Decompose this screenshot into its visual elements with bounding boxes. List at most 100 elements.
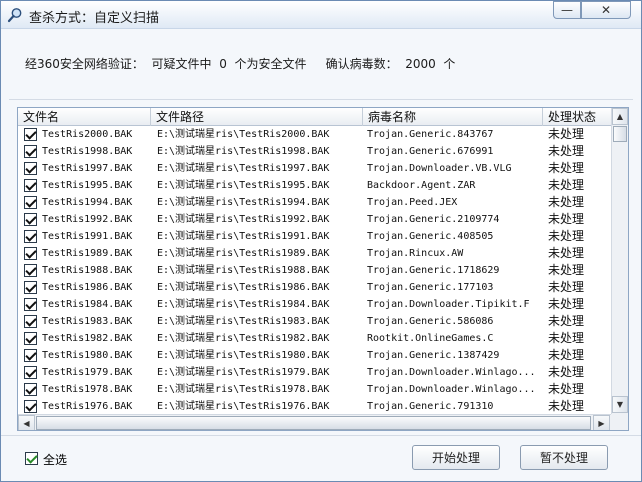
cell-path: E:\测试瑞星ris\TestRis1994.BAK [157, 197, 330, 208]
footer-divider [1, 435, 641, 436]
cell-path: E:\测试瑞星ris\TestRis1978.BAK [157, 384, 330, 395]
row-checkbox[interactable] [24, 400, 37, 413]
safe-count: 0 [219, 57, 227, 71]
cell-virus-name: Trojan.Generic.586086 [367, 316, 494, 327]
cell-virus-name: Trojan.Rincux.AW [367, 248, 464, 259]
cell-filename: TestRis1976.BAK [42, 401, 133, 412]
cell-filename: TestRis1991.BAK [42, 231, 133, 242]
cell-status: 未处理 [548, 280, 585, 294]
horizontal-scrollbar[interactable]: ◀ ▶ [18, 414, 611, 430]
cell-filename: TestRis1988.BAK [42, 265, 133, 276]
table-row[interactable]: TestRis1978.BAK E:\测试瑞星ris\TestRis1978.BA… [18, 381, 611, 398]
row-checkbox[interactable] [24, 298, 37, 311]
vertical-scroll-thumb[interactable] [613, 126, 627, 142]
table-row[interactable]: TestRis1998.BAK E:\测试瑞星ris\TestRis1998.BA… [18, 143, 611, 160]
cell-filename: TestRis1986.BAK [42, 282, 133, 293]
table-row[interactable]: TestRis1980.BAK E:\测试瑞星ris\TestRis1980.BA… [18, 347, 611, 364]
scroll-right-icon[interactable]: ▶ [593, 415, 610, 430]
vertical-scrollbar[interactable]: ▲ ▼ [611, 108, 628, 414]
cell-status: 未处理 [548, 212, 585, 226]
select-all-checkbox[interactable] [25, 452, 38, 465]
cell-filename: TestRis1992.BAK [42, 214, 133, 225]
row-checkbox[interactable] [24, 349, 37, 362]
row-checkbox[interactable] [24, 247, 37, 260]
cell-virus-name: Rootkit.OnlineGames.C [367, 333, 494, 344]
cell-virus-name: Trojan.Generic.791310 [367, 401, 494, 412]
cell-filename: TestRis1994.BAK [42, 197, 133, 208]
table-row[interactable]: TestRis1984.BAK E:\测试瑞星ris\TestRis1984.BA… [18, 296, 611, 313]
table-row[interactable]: TestRis1989.BAK E:\测试瑞星ris\TestRis1989.BA… [18, 245, 611, 262]
scan-result-window: 查杀方式：自定义扫描 — ✕ 经360安全网络验证： 可疑文件中 0 个为安全文… [0, 0, 642, 482]
cell-filename: TestRis1997.BAK [42, 163, 133, 174]
row-checkbox[interactable] [24, 383, 37, 396]
scroll-down-icon[interactable]: ▼ [612, 396, 628, 413]
close-button[interactable]: ✕ [581, 1, 631, 19]
start-processing-button[interactable]: 开始处理 [412, 445, 500, 470]
row-checkbox[interactable] [24, 366, 37, 379]
column-header-virus[interactable]: 病毒名称 [363, 108, 543, 126]
row-checkbox[interactable] [24, 332, 37, 345]
table-row[interactable]: TestRis1991.BAK E:\测试瑞星ris\TestRis1991.BA… [18, 228, 611, 245]
cell-path: E:\测试瑞星ris\TestRis1997.BAK [157, 163, 330, 174]
cell-filename: TestRis1982.BAK [42, 333, 133, 344]
scroll-left-icon[interactable]: ◀ [18, 415, 35, 430]
column-header-filename[interactable]: 文件名 [18, 108, 151, 126]
summary-part-4: 确认病毒数： [325, 57, 398, 71]
cell-filename: TestRis1998.BAK [42, 146, 133, 157]
table-row[interactable]: TestRis1994.BAK E:\测试瑞星ris\TestRis1994.BA… [18, 194, 611, 211]
row-checkbox[interactable] [24, 128, 37, 141]
cell-virus-name: Trojan.Generic.676991 [367, 146, 494, 157]
cell-path: E:\测试瑞星ris\TestRis1988.BAK [157, 265, 330, 276]
cell-status: 未处理 [548, 314, 585, 328]
cell-filename: TestRis1978.BAK [42, 384, 133, 395]
table-row[interactable]: TestRis1983.BAK E:\测试瑞星ris\TestRis1983.BA… [18, 313, 611, 330]
cell-status: 未处理 [548, 195, 585, 209]
cell-virus-name: Trojan.Generic.408505 [367, 231, 494, 242]
column-header-status[interactable]: 处理状态 [543, 108, 611, 126]
cell-filename: TestRis1989.BAK [42, 248, 133, 259]
minimize-button[interactable]: — [553, 1, 581, 19]
row-checkbox[interactable] [24, 264, 37, 277]
cell-virus-name: Trojan.Generic.843767 [367, 129, 494, 140]
row-checkbox[interactable] [24, 162, 37, 175]
cell-path: E:\测试瑞星ris\TestRis2000.BAK [157, 129, 330, 140]
row-checkbox[interactable] [24, 179, 37, 192]
table-row[interactable]: TestRis1986.BAK E:\测试瑞星ris\TestRis1986.BA… [18, 279, 611, 296]
cell-status: 未处理 [548, 263, 585, 277]
summary-part-5: 个 [443, 57, 456, 71]
column-header-path[interactable]: 文件路径 [151, 108, 363, 126]
row-checkbox[interactable] [24, 213, 37, 226]
row-checkbox[interactable] [24, 281, 37, 294]
skip-processing-button[interactable]: 暂不处理 [520, 445, 608, 470]
cell-path: E:\测试瑞星ris\TestRis1989.BAK [157, 248, 330, 259]
table-row[interactable]: TestRis1992.BAK E:\测试瑞星ris\TestRis1992.BA… [18, 211, 611, 228]
row-checkbox[interactable] [24, 315, 37, 328]
cell-path: E:\测试瑞星ris\TestRis1979.BAK [157, 367, 330, 378]
table-row[interactable]: TestRis2000.BAK E:\测试瑞星ris\TestRis2000.BA… [18, 126, 611, 143]
scroll-up-icon[interactable]: ▲ [612, 108, 628, 125]
row-checkbox[interactable] [24, 145, 37, 158]
table-row[interactable]: TestRis1988.BAK E:\测试瑞星ris\TestRis1988.BA… [18, 262, 611, 279]
threat-list: 文件名 文件路径 病毒名称 处理状态 TestRis2000.BAK E:\测试瑞… [17, 107, 629, 431]
cell-status: 未处理 [548, 246, 585, 260]
horizontal-scroll-thumb[interactable] [36, 416, 591, 430]
row-checkbox[interactable] [24, 230, 37, 243]
cell-filename: TestRis1980.BAK [42, 350, 133, 361]
table-row[interactable]: TestRis1982.BAK E:\测试瑞星ris\TestRis1982.BA… [18, 330, 611, 347]
row-checkbox[interactable] [24, 196, 37, 209]
cell-path: E:\测试瑞星ris\TestRis1983.BAK [157, 316, 330, 327]
table-row[interactable]: TestRis1979.BAK E:\测试瑞星ris\TestRis1979.BA… [18, 364, 611, 381]
table-row[interactable]: TestRis1976.BAK E:\测试瑞星ris\TestRis1976.BA… [18, 398, 611, 414]
summary-part-1: 经360安全网络验证： [25, 57, 144, 71]
cell-filename: TestRis1979.BAK [42, 367, 133, 378]
scroll-corner [611, 414, 628, 430]
cell-path: E:\测试瑞星ris\TestRis1995.BAK [157, 180, 330, 191]
cell-virus-name: Trojan.Downloader.Winlago... [367, 367, 536, 378]
cell-path: E:\测试瑞星ris\TestRis1984.BAK [157, 299, 330, 310]
cell-virus-name: Trojan.Generic.2109774 [367, 214, 500, 225]
table-row[interactable]: TestRis1995.BAK E:\测试瑞星ris\TestRis1995.BA… [18, 177, 611, 194]
cell-virus-name: Trojan.Generic.1718629 [367, 265, 500, 276]
cell-status: 未处理 [548, 348, 585, 362]
cell-path: E:\测试瑞星ris\TestRis1998.BAK [157, 146, 330, 157]
table-row[interactable]: TestRis1997.BAK E:\测试瑞星ris\TestRis1997.BA… [18, 160, 611, 177]
